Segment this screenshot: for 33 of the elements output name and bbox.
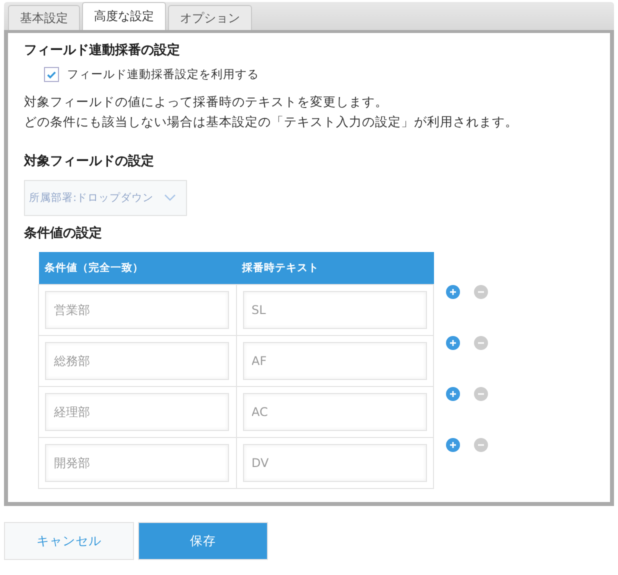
tab[interactable]: 高度な設定 <box>82 2 166 30</box>
section-title: 条件値の設定 <box>24 224 103 242</box>
add-icon[interactable] <box>446 387 460 401</box>
input-field[interactable]: 開発部 <box>45 444 229 482</box>
description-text: 対象フィールドの値によって採番時のテキストを変更します。 <box>24 93 389 111</box>
section-title: 対象フィールドの設定 <box>24 152 155 170</box>
save-button[interactable]: 保存 <box>138 522 268 560</box>
remove-icon[interactable] <box>474 285 488 299</box>
input-field[interactable]: 営業部 <box>45 291 229 329</box>
checkbox-label: フィールド連動採番設定を利用する <box>67 67 259 82</box>
remove-icon[interactable] <box>474 336 488 350</box>
add-icon[interactable] <box>446 336 460 350</box>
description-text: どの条件にも該当しない場合は基本設定の「テキスト入力の設定」が利用されます。 <box>24 113 519 131</box>
field-dropdown[interactable]: 所属部署:ドロップダウン <box>24 180 187 216</box>
input-field[interactable]: AC <box>242 393 426 431</box>
cancel-button[interactable]: キャンセル <box>4 522 134 560</box>
add-icon[interactable] <box>446 438 460 452</box>
tab[interactable]: オプション <box>168 5 252 30</box>
remove-icon[interactable] <box>474 387 488 401</box>
remove-icon[interactable] <box>474 438 488 452</box>
column-header: 条件値（完全一致） <box>38 252 236 284</box>
add-icon[interactable] <box>446 285 460 299</box>
column-header: 採番時テキスト <box>236 252 434 284</box>
input-field[interactable]: 経理部 <box>45 393 229 431</box>
section-title: フィールド連動採番の設定 <box>24 42 181 59</box>
checkmark-icon <box>46 69 57 80</box>
input-field[interactable]: SL <box>242 291 426 329</box>
input-field[interactable]: 総務部 <box>45 342 229 380</box>
checkbox[interactable] <box>44 67 59 82</box>
input-field[interactable]: AF <box>242 342 426 380</box>
input-field[interactable]: DV <box>242 444 426 482</box>
tab[interactable]: 基本設定 <box>8 5 80 30</box>
chevron-down-icon <box>164 194 176 202</box>
